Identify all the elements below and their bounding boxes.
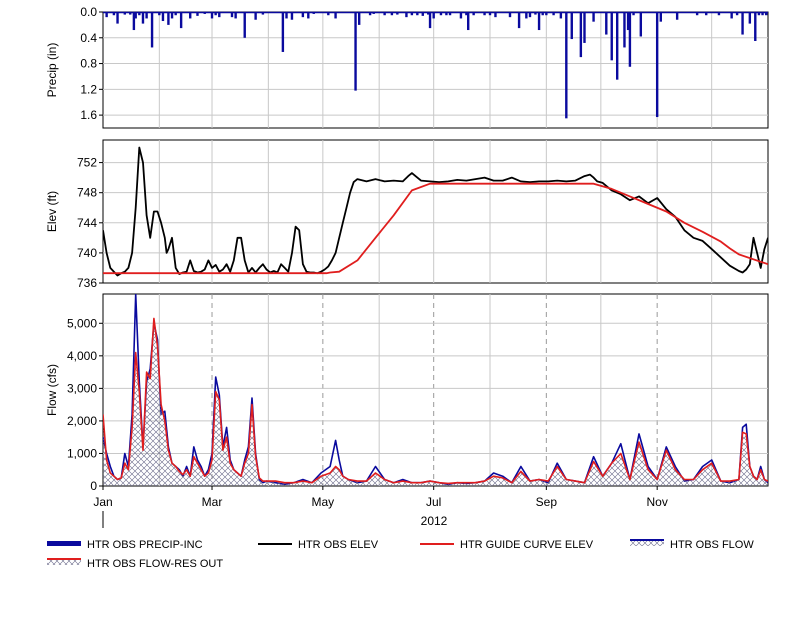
hydrograph-chart: 0.0 0.4 0.8 1.2 1.6 Precip (in) 736 740 744 748 75… (45, 5, 769, 570)
x-tick-label: Mar (202, 495, 223, 509)
precip-bar (243, 12, 246, 38)
precip-bar (754, 12, 757, 41)
y-axis-label: Flow (cfs) (45, 364, 59, 416)
y-tick-label: 3,000 (67, 381, 97, 395)
x-tick-label: Sep (536, 495, 558, 509)
precip-bar (354, 12, 357, 91)
y-tick-label: 740 (77, 246, 97, 260)
precip-bar (583, 12, 586, 43)
y-tick-label: 744 (77, 216, 97, 230)
legend-swatch (47, 541, 81, 546)
precip-bar (610, 12, 613, 61)
precip-bar (281, 12, 285, 52)
legend-item: HTR OBS ELEV (258, 539, 379, 551)
legend-label: HTR GUIDE CURVE ELEV (460, 539, 594, 551)
legend-label: HTR OBS FLOW-RES OUT (87, 558, 223, 570)
precip-bar (565, 12, 568, 119)
legend-item: HTR GUIDE CURVE ELEV (420, 539, 594, 551)
precip-bar (741, 12, 744, 35)
precip-bar (467, 12, 470, 31)
legend-label: HTR OBS FLOW (670, 539, 754, 551)
y-tick-label: 1,000 (67, 446, 97, 460)
precip-bar (357, 12, 361, 25)
plot-frame-0 (102, 11, 769, 129)
legend-item: HTR OBS FLOW (630, 539, 754, 551)
precip-bar (167, 12, 170, 25)
y-tick-label: 0.0 (80, 5, 97, 19)
y-tick-label: 736 (77, 276, 97, 290)
y-tick-label: 752 (77, 156, 97, 170)
y-tick-label: 2,000 (67, 414, 97, 428)
precip-bar (116, 12, 119, 24)
y-axis-label: Elev (ft) (45, 191, 59, 232)
precip-bar (570, 12, 573, 40)
precip-bar (628, 12, 632, 67)
y-tick-label: 4,000 (67, 349, 97, 363)
precip-bar (659, 12, 663, 22)
precip-bar (179, 12, 183, 29)
precip-bar (141, 12, 145, 24)
precip-bar (623, 12, 626, 48)
precip-bar (428, 12, 432, 29)
y-tick-label: 748 (77, 186, 97, 200)
precip-bar (655, 12, 659, 118)
precip-bar (537, 12, 541, 31)
precip-bar (517, 12, 521, 29)
precip-bar (605, 12, 608, 35)
x-year-label: 2012 (421, 514, 448, 528)
x-tick-label: Jul (426, 495, 441, 509)
x-tick-label: Nov (646, 495, 667, 509)
y-tick-label: 0 (90, 479, 97, 493)
legend-item: HTR OBS PRECIP-INC (47, 539, 203, 551)
legend-label: HTR OBS PRECIP-INC (87, 539, 203, 551)
y-tick-label: 5,000 (67, 316, 97, 330)
y-tick-label: 0.4 (80, 31, 97, 45)
y-tick-label: 1.6 (80, 108, 97, 122)
y-tick-label: 1.2 (80, 82, 97, 96)
precip-bar (161, 12, 165, 22)
legend-label: HTR OBS ELEV (298, 539, 379, 551)
precip-bar (579, 12, 583, 58)
precip-bar (748, 12, 752, 24)
precip-bar (150, 12, 154, 48)
x-tick-label: Jan (93, 495, 112, 509)
precip-bar (639, 12, 643, 37)
y-tick-label: 0.8 (80, 57, 97, 71)
precip-bar (615, 12, 619, 80)
precip-bar (592, 12, 595, 22)
y-axis-label: Precip (in) (45, 43, 59, 98)
legend-item: HTR OBS FLOW-RES OUT (47, 558, 223, 570)
x-tick-label: May (312, 495, 335, 509)
